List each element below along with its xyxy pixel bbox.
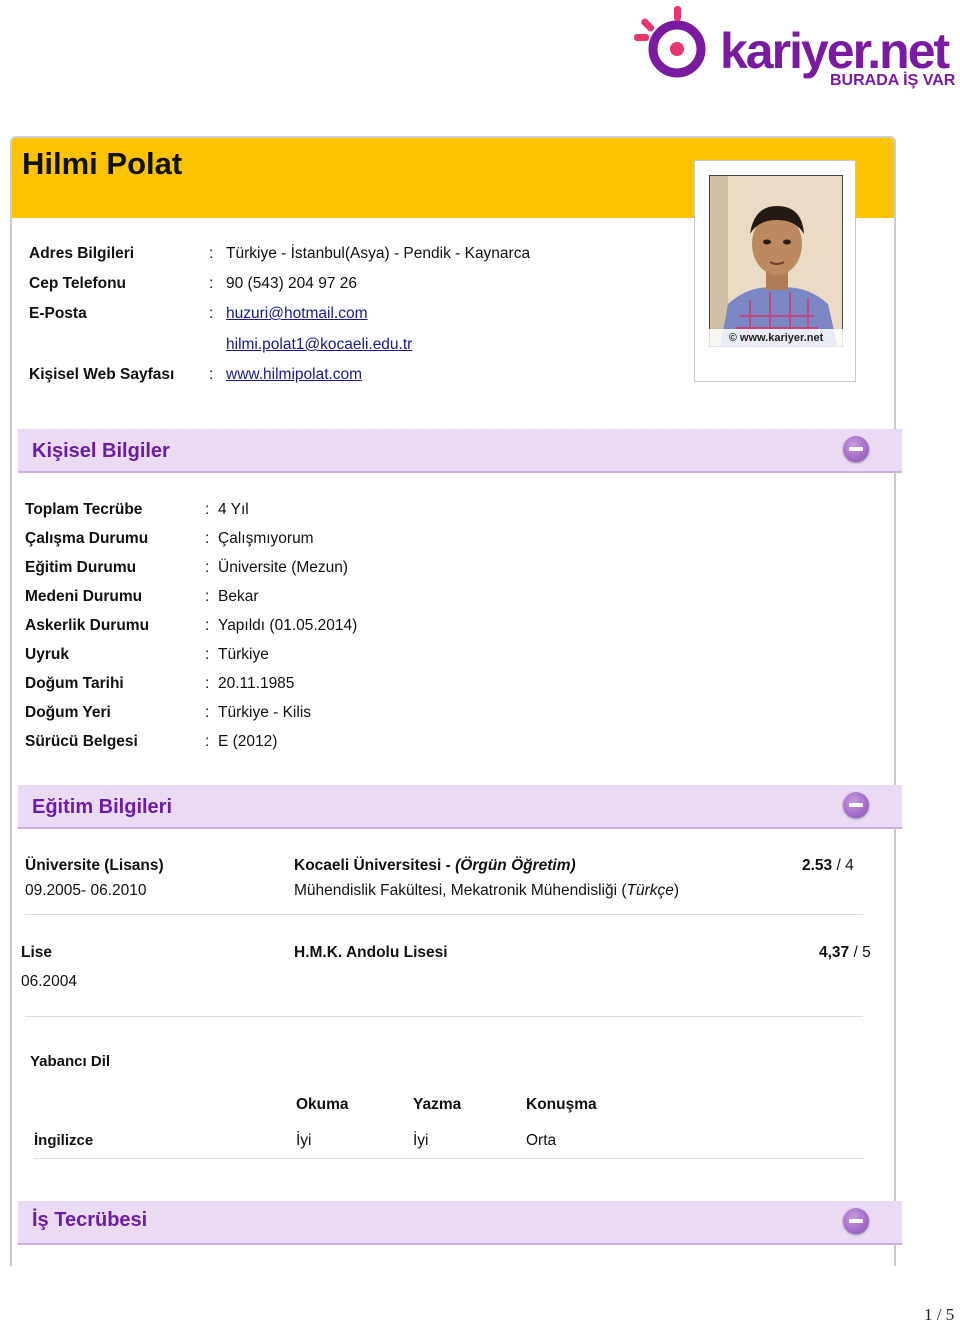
experience-total-label: Toplam Tecrübe — [25, 501, 143, 518]
university-dates: 09.2005- 06.2010 — [25, 882, 147, 899]
university-sep: - — [441, 857, 456, 874]
divider — [34, 1158, 863, 1159]
department-suffix: ) — [673, 882, 680, 899]
photo-watermark: © www.kariyer.net — [709, 329, 843, 347]
colon: : — [205, 530, 210, 547]
collapse-minus-icon[interactable] — [843, 792, 869, 818]
candidate-name: Hilmi Polat — [22, 146, 183, 181]
section-header-experience[interactable] — [18, 1201, 902, 1245]
logo-tagline: BURADA İŞ VAR — [830, 72, 956, 89]
language-speaking: Orta — [526, 1132, 557, 1149]
department-text: Mühendislik Fakültesi, Mekatronik Mühend… — [294, 882, 627, 899]
language-name: İngilizce — [34, 1132, 94, 1149]
phone-label: Cep Telefonu — [29, 275, 127, 292]
lang-header-writing: Yazma — [413, 1096, 462, 1113]
divider — [25, 914, 863, 915]
highschool-dates: 06.2004 — [21, 973, 78, 990]
address-value: Türkiye - İstanbul(Asya) - Pendik - Kayn… — [226, 245, 531, 262]
colon: : — [205, 675, 210, 692]
website-link[interactable]: www.hilmipolat.com — [226, 366, 362, 384]
section-title-education: Eğitim Bilgileri — [32, 796, 173, 818]
department-language: Türkçe — [626, 882, 674, 899]
colon: : — [205, 501, 210, 518]
colon: : — [205, 588, 210, 605]
address-label: Adres Bilgileri — [29, 245, 135, 262]
gpa-value: 2.53 — [802, 857, 833, 874]
language-writing: İyi — [413, 1132, 429, 1149]
nationality-label: Uyruk — [25, 646, 69, 663]
highschool-gpa: 4,37 / 5 — [819, 944, 871, 962]
education-status-label: Eğitim Durumu — [25, 559, 137, 576]
nationality-value: Türkiye — [218, 646, 269, 663]
university-name: Kocaeli Üniversitesi — [294, 857, 442, 874]
languages-title: Yabancı Dil — [30, 1053, 111, 1070]
colon: : — [209, 245, 214, 262]
work-status-value: Çalışmıyorum — [218, 530, 314, 547]
email-label: E-Posta — [29, 305, 87, 322]
email-link-secondary[interactable]: hilmi.polat1@kocaeli.edu.tr — [226, 336, 412, 354]
birth-place-value: Türkiye - Kilis — [218, 704, 312, 721]
university-gpa: 2.53 / 4 — [802, 857, 854, 875]
highschool-level: Lise — [21, 944, 53, 961]
driving-license-label: Sürücü Belgesi — [25, 733, 138, 750]
person-silhouette-icon — [710, 176, 842, 346]
gpa-scale: / 4 — [832, 857, 854, 874]
colon: : — [205, 733, 210, 750]
driving-license-value: E (2012) — [218, 733, 278, 750]
divider — [25, 1016, 863, 1017]
experience-total-value: 4 Yıl — [218, 501, 249, 518]
birth-place-label: Doğum Yeri — [25, 704, 111, 721]
colon: : — [205, 704, 210, 721]
email-link-primary[interactable]: huzuri@hotmail.com — [226, 305, 368, 323]
lang-header-reading: Okuma — [296, 1096, 349, 1113]
section-title-personal: Kişisel Bilgiler — [32, 440, 170, 462]
university-school: Kocaeli Üniversitesi - (Örgün Öğretim) — [294, 857, 576, 875]
colon: : — [205, 646, 210, 663]
section-title-experience: İş Tecrübesi — [32, 1209, 148, 1231]
colon: : — [205, 617, 210, 634]
marital-status-value: Bekar — [218, 588, 259, 605]
birth-date-label: Doğum Tarihi — [25, 675, 124, 692]
language-reading: İyi — [296, 1132, 312, 1149]
website-label: Kişisel Web Sayfası — [29, 366, 175, 383]
gpa-value: 4,37 — [819, 944, 850, 961]
work-status-label: Çalışma Durumu — [25, 530, 149, 547]
logo-target-icon — [634, 6, 706, 78]
highschool-name: H.M.K. Andolu Lisesi — [294, 944, 448, 961]
colon: : — [209, 366, 214, 383]
university-level: Üniversite (Lisans) — [25, 857, 164, 874]
collapse-minus-icon[interactable] — [843, 436, 869, 462]
page-number: 1 / 5 — [924, 1305, 955, 1324]
lang-header-speaking: Konuşma — [526, 1096, 597, 1113]
marital-status-label: Medeni Durumu — [25, 588, 143, 605]
university-department: Mühendislik Fakültesi, Mekatronik Mühend… — [294, 882, 679, 900]
colon: : — [205, 559, 210, 576]
military-status-value: Yapıldı (01.05.2014) — [218, 617, 358, 634]
collapse-minus-icon[interactable] — [843, 1208, 869, 1234]
university-type: (Örgün Öğretim) — [455, 857, 576, 874]
military-status-label: Askerlik Durumu — [25, 617, 150, 634]
profile-photo — [709, 175, 843, 347]
phone-value: 90 (543) 204 97 26 — [226, 275, 357, 292]
education-status-value: Üniversite (Mezun) — [218, 559, 349, 576]
colon: : — [209, 305, 214, 322]
colon: : — [209, 275, 214, 292]
gpa-scale: / 5 — [849, 944, 871, 961]
birth-date-value: 20.11.1985 — [218, 675, 295, 692]
